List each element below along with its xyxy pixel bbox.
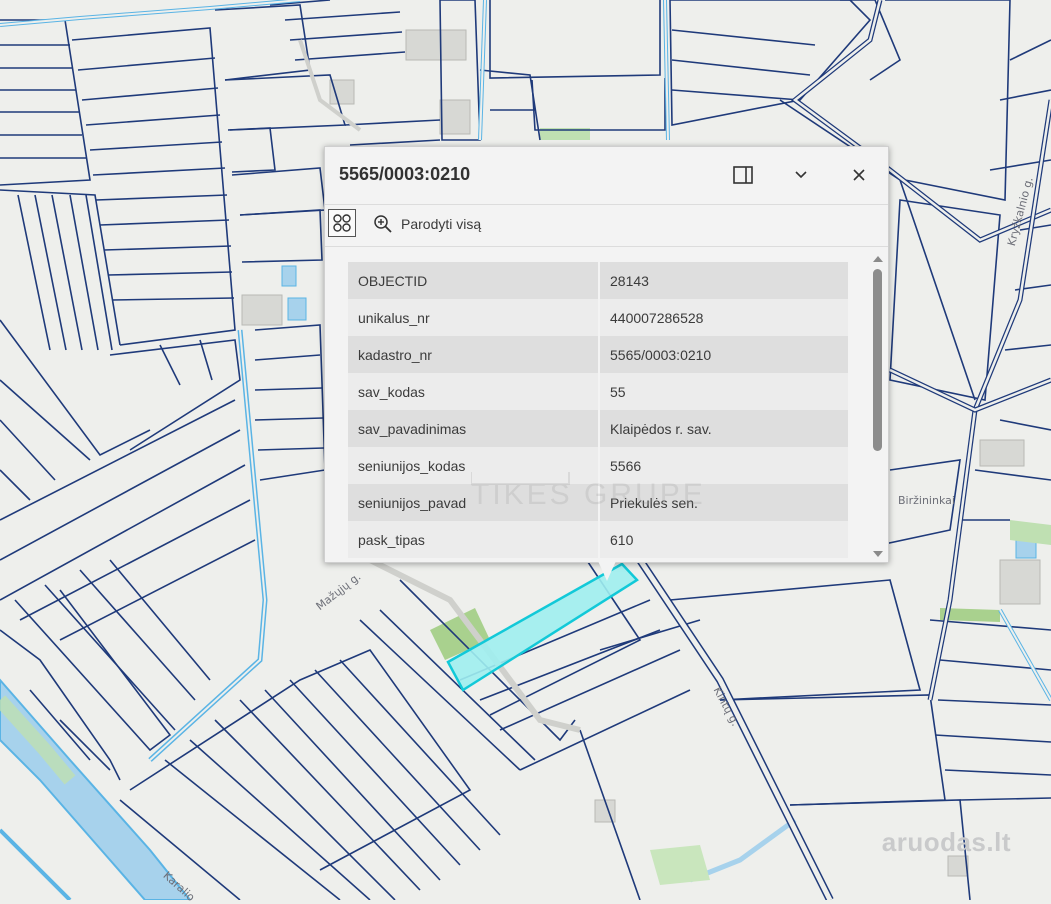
attribute-value: 5566 — [599, 447, 848, 484]
feature-menu-button[interactable] — [328, 209, 356, 237]
dock-button[interactable] — [729, 161, 757, 189]
pond — [287, 297, 307, 321]
scroll-up-arrow[interactable] — [873, 256, 883, 262]
attribute-key: pask_tipas — [348, 521, 600, 558]
attribute-key: seniunijos_kodas — [348, 447, 600, 484]
zoom-to-label: Parodyti visą — [401, 216, 482, 232]
attribute-key: kadastro_nr — [348, 336, 600, 373]
aruodas-watermark: aruodas.lt — [881, 827, 1011, 857]
popup-pointer — [598, 561, 616, 581]
popup-header: 5565/0003:0210 — [325, 147, 888, 205]
popup-toolbar: Parodyti visą — [325, 205, 888, 247]
attribute-key: unikalus_nr — [348, 299, 600, 336]
attribute-value: 440007286528 — [599, 299, 848, 336]
table-row: sav_pavadinimas Klaipėdos r. sav. — [348, 410, 848, 447]
collapse-button[interactable] — [787, 161, 815, 189]
attribute-key: OBJECTID — [348, 262, 600, 299]
feature-popup: 5565/0003:0210 Parodyti visą OBJECTID 28… — [324, 146, 889, 563]
table-row: unikalus_nr 440007286528 — [348, 299, 848, 336]
popup-scrollbar[interactable] — [871, 247, 883, 563]
zoom-to-button[interactable]: Parodyti visą — [373, 214, 481, 234]
place-label-birzininkai: Biržininkai — [898, 494, 955, 507]
attribute-value: 55 — [599, 373, 848, 410]
chevron-down-icon — [795, 171, 807, 179]
close-button[interactable] — [845, 161, 873, 189]
attribute-value: 610 — [599, 521, 848, 558]
attribute-value: Priekulės sen. — [599, 484, 848, 521]
scroll-thumb[interactable] — [873, 269, 882, 451]
green-area — [650, 845, 710, 885]
scroll-down-arrow[interactable] — [873, 551, 883, 557]
popup-title: 5565/0003:0210 — [339, 164, 471, 184]
attribute-value: Klaipėdos r. sav. — [599, 410, 848, 447]
table-row: seniunijos_pavad Priekulės sen. — [348, 484, 848, 521]
attribute-value: 28143 — [599, 262, 848, 299]
attribute-table: OBJECTID 28143 unikalus_nr 440007286528 ka… — [348, 262, 848, 558]
table-row: OBJECTID 28143 — [348, 262, 848, 299]
close-icon — [853, 169, 865, 181]
zoom-in-icon — [374, 215, 392, 233]
popup-body[interactable]: OBJECTID 28143 unikalus_nr 440007286528 ka… — [325, 247, 888, 563]
attribute-key: sav_kodas — [348, 373, 600, 410]
dock-icon — [733, 166, 753, 184]
table-row: sav_kodas 55 — [348, 373, 848, 410]
pond — [281, 265, 297, 287]
table-row: kadastro_nr 5565/0003:0210 — [348, 336, 848, 373]
grid-icon — [333, 214, 351, 232]
table-row: pask_tipas 610 — [348, 521, 848, 558]
attribute-value: 5565/0003:0210 — [599, 336, 848, 373]
table-row: seniunijos_kodas 5566 — [348, 447, 848, 484]
attribute-key: sav_pavadinimas — [348, 410, 600, 447]
attribute-key: seniunijos_pavad — [348, 484, 600, 521]
